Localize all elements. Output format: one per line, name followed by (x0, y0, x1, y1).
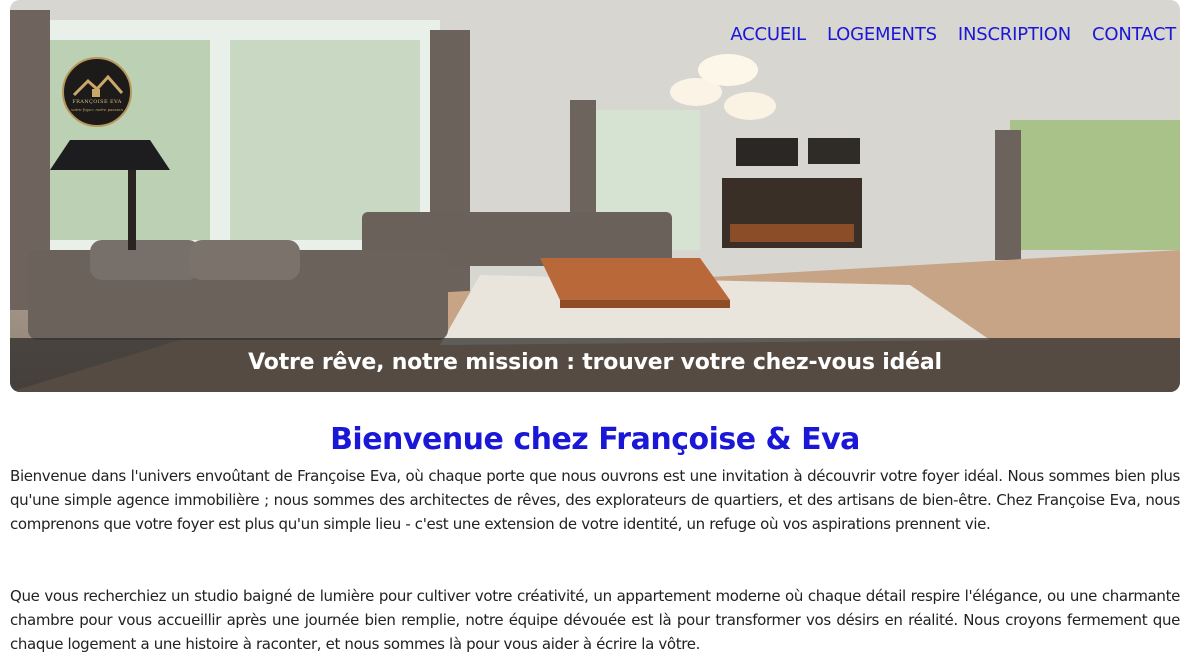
logo-tagline: votre foyer, notre passion (71, 107, 123, 112)
brand-logo[interactable]: FRANÇOISE EVA votre foyer, notre passion (62, 57, 132, 127)
page-title: Bienvenue chez Françoise & Eva (330, 422, 860, 457)
hero-caption: Votre rêve, notre mission : trouver votr… (248, 350, 942, 375)
main-navigation: ACCUEIL LOGEMENTS INSCRIPTION CONTACT (730, 24, 1176, 45)
services-paragraph: Que vous recherchiez un studio baigné de… (10, 587, 1180, 653)
logo-name: FRANÇOISE EVA (72, 99, 122, 105)
nav-link-inscription[interactable]: INSCRIPTION (958, 24, 1071, 45)
intro-paragraph: Bienvenue dans l'univers envoûtant de Fr… (10, 467, 1180, 533)
nav-link-accueil[interactable]: ACCUEIL (730, 24, 806, 45)
nav-link-logements[interactable]: LOGEMENTS (827, 24, 937, 45)
hero-image (10, 0, 1180, 392)
nav-link-contact[interactable]: CONTACT (1092, 24, 1176, 45)
hero-banner: Votre rêve, notre mission : trouver votr… (10, 0, 1180, 392)
